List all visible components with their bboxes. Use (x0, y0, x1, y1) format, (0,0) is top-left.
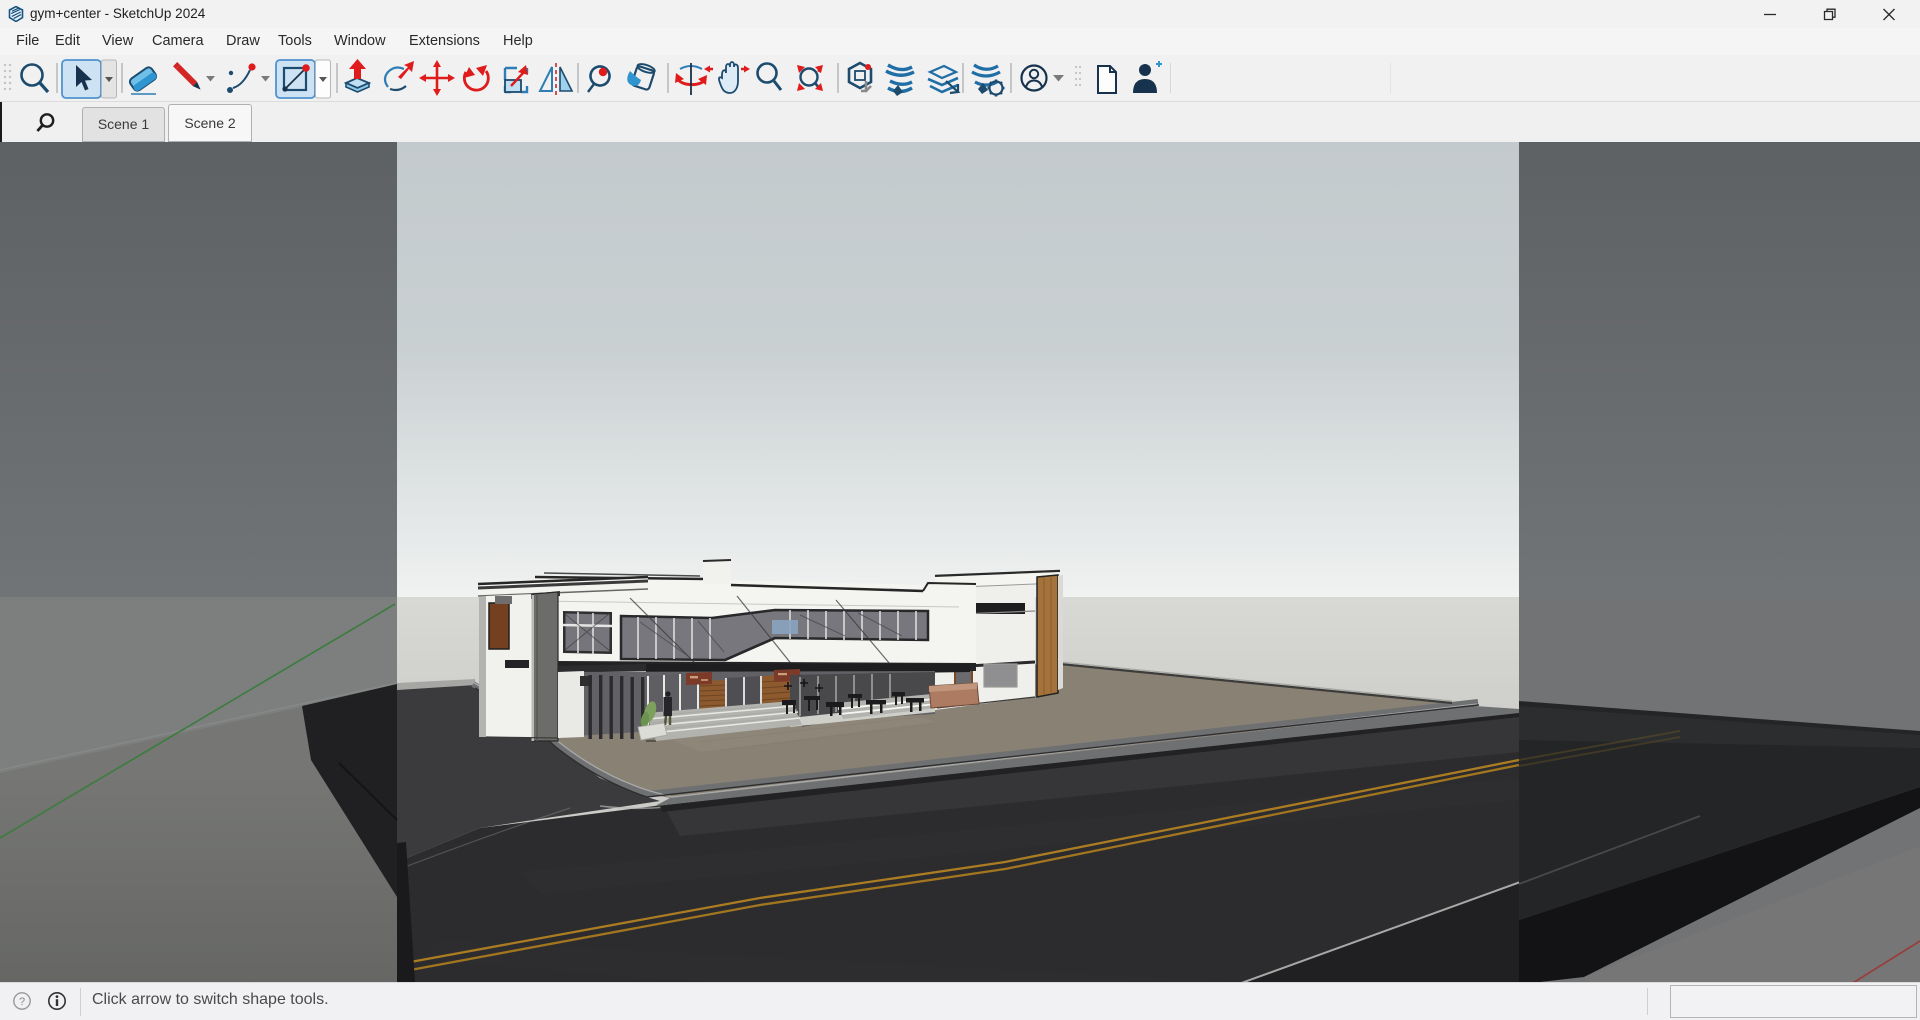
svg-text:?: ? (19, 996, 25, 1008)
